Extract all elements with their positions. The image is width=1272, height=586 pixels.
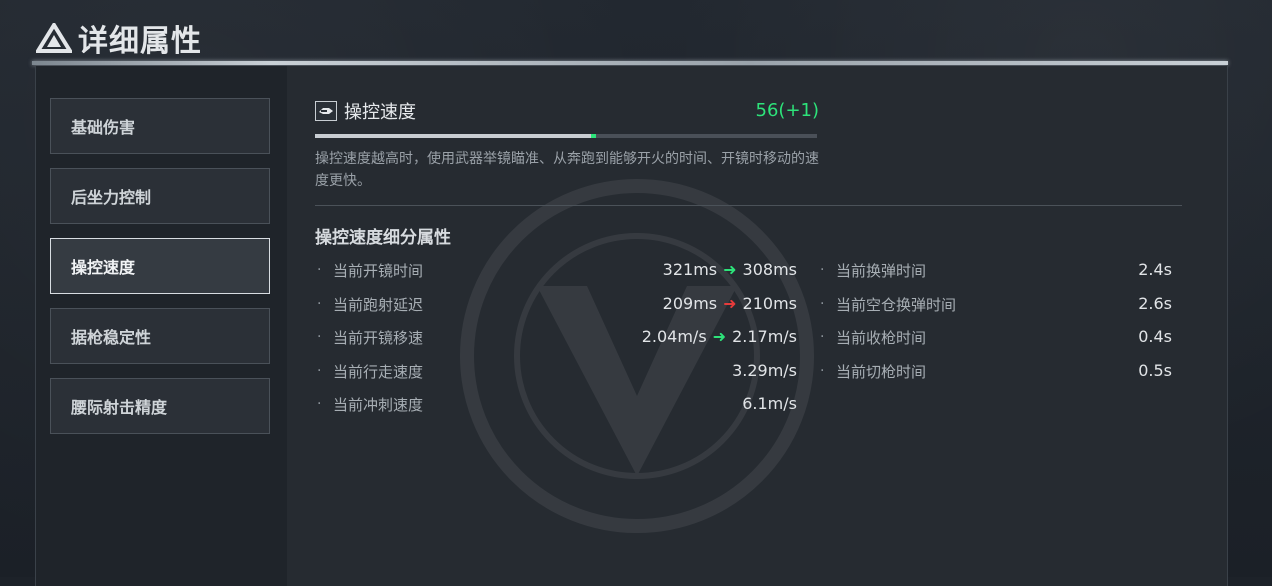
stat-progress-bar [315,134,817,138]
section-divider [315,205,1182,206]
stat-progress-bonus [591,134,596,138]
attr-value: 3.29m/s [732,361,797,380]
attr-value: 209ms ➜ 210ms [662,294,797,313]
arrow-up-icon: ➜ [723,260,737,279]
attr-row-sprint-fire-delay: · 当前跑射延迟 209ms ➜ 210ms [317,294,797,314]
sidebar-item-handling-speed[interactable]: 操控速度 [50,238,270,294]
attr-label: 当前空仓换弹时间 [836,295,957,314]
attr-value: 2.6s [1138,294,1172,313]
attr-row-reload-time: · 当前换弹时间 2.4s [820,260,1172,280]
stat-name: 操控速度 [344,102,416,123]
main-panel: 基础伤害 后坐力控制 操控速度 据枪稳定性 腰际射击精度 操控速度 56(+1) [35,66,1228,586]
sidebar-item-base-damage[interactable]: 基础伤害 [50,98,270,154]
attr-row-sprint-speed: · 当前冲刺速度 6.1m/s [317,394,797,414]
attr-value: 0.5s [1138,361,1172,380]
hand-icon [315,101,337,121]
attr-label: 当前冲刺速度 [333,395,424,414]
header: 详细属性 [36,18,202,59]
attr-row-swap-time: · 当前切枪时间 0.5s [820,361,1172,381]
page-title: 详细属性 [78,24,202,59]
attr-label: 当前开镜时间 [333,261,424,280]
sidebar-item-hipfire-accuracy[interactable]: 腰际射击精度 [50,378,270,434]
attr-value: 0.4s [1138,327,1172,346]
attr-row-ads-move-speed: · 当前开镜移速 2.04m/s ➜ 2.17m/s [317,327,797,347]
sidebar-item-recoil-control[interactable]: 后坐力控制 [50,168,270,224]
attr-row-ads-time: · 当前开镜时间 321ms ➜ 308ms [317,260,797,280]
attr-label: 当前换弹时间 [836,261,927,280]
attr-label: 当前跑射延迟 [333,295,424,314]
attr-label: 当前收枪时间 [836,328,927,347]
breakdown-title: 操控速度细分属性 [315,228,451,248]
stat-progress-fill [315,134,591,138]
stat-header: 操控速度 56(+1) [315,100,819,123]
emblem-watermark [460,179,814,533]
logo-icon [36,23,72,53]
sidebar-item-aim-stability[interactable]: 据枪稳定性 [50,308,270,364]
attr-value: 2.04m/s ➜ 2.17m/s [641,327,797,346]
stat-value: 56(+1) [755,100,819,121]
attr-row-walk-speed: · 当前行走速度 3.29m/s [317,361,797,381]
detail-content: 操控速度 56(+1) 操控速度越高时，使用武器举镜瞄准、从奔跑到能够开火的时间… [287,66,1227,586]
arrow-down-icon: ➜ [723,294,737,313]
header-divider [32,61,1228,65]
attr-label: 当前行走速度 [333,362,424,381]
attr-label: 当前开镜移速 [333,328,424,347]
attr-value: 6.1m/s [742,394,797,413]
attr-value: 2.4s [1138,260,1172,279]
attr-value: 321ms ➜ 308ms [662,260,797,279]
attr-row-empty-reload-time: · 当前空仓换弹时间 2.6s [820,294,1172,314]
attr-row-holster-time: · 当前收枪时间 0.4s [820,327,1172,347]
stat-description: 操控速度越高时，使用武器举镜瞄准、从奔跑到能够开火的时间、开镜时移动的速度更快。 [315,151,819,189]
arrow-up-icon: ➜ [712,327,727,346]
sidebar: 基础伤害 后坐力控制 操控速度 据枪稳定性 腰际射击精度 [36,66,287,586]
attr-label: 当前切枪时间 [836,362,927,381]
